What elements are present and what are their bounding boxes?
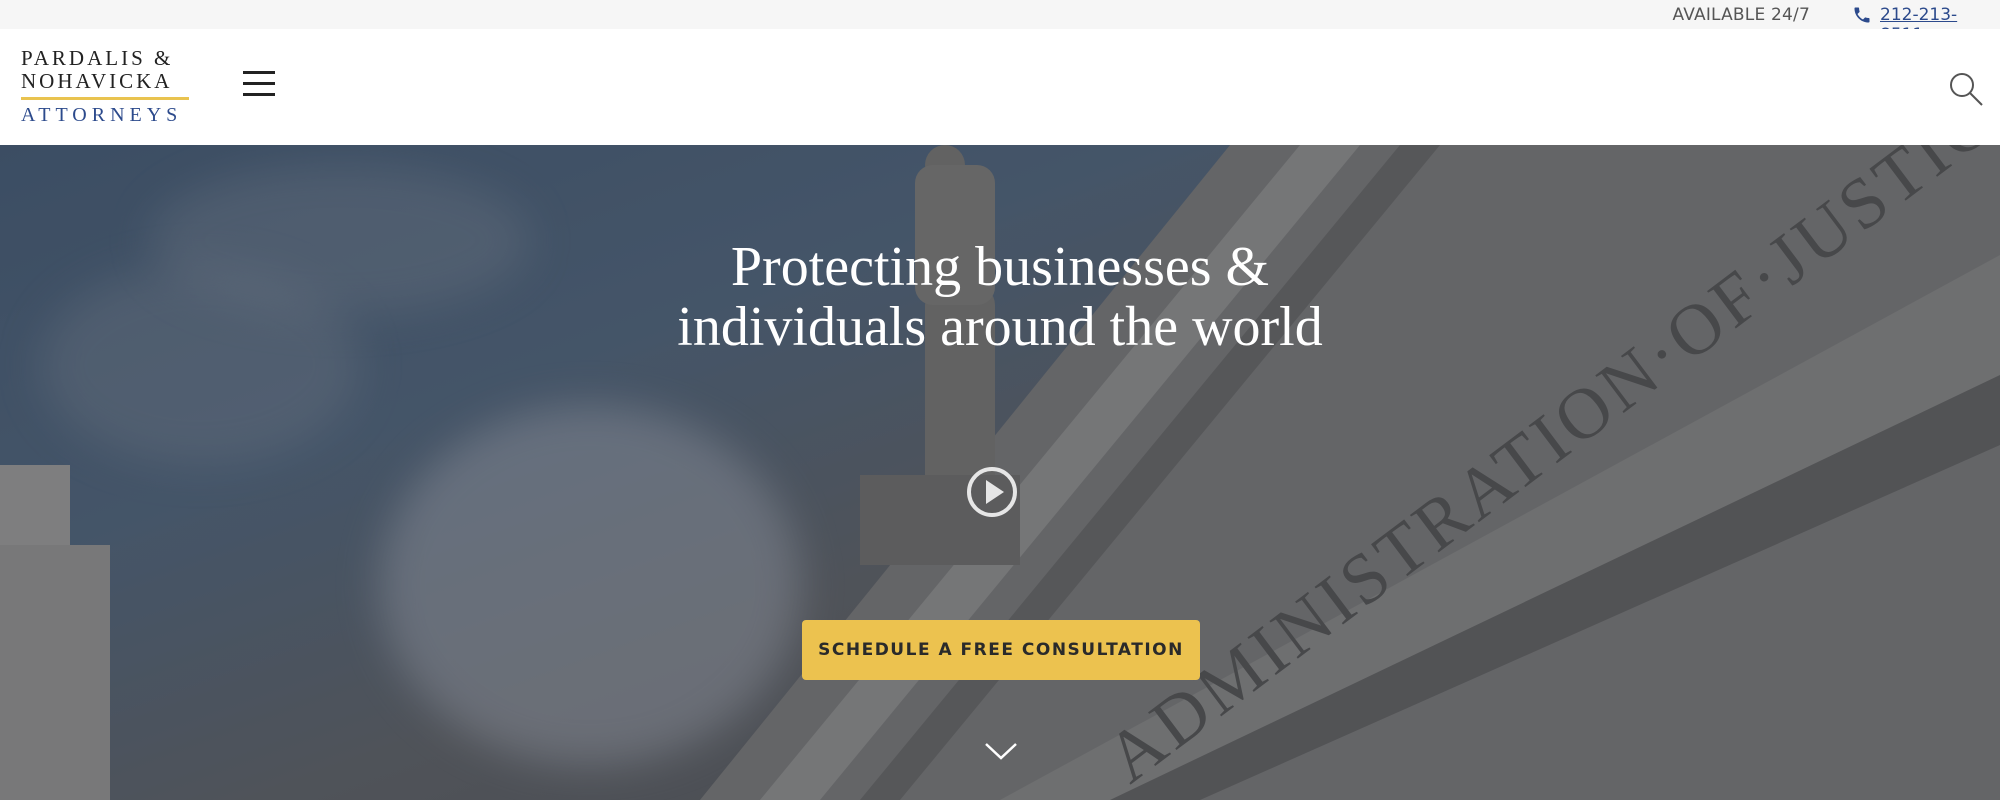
chevron-down-icon[interactable] bbox=[984, 741, 1018, 761]
search-icon[interactable] bbox=[1948, 71, 1984, 107]
logo-line-1: PARDALIS & bbox=[21, 46, 174, 70]
hero-section: ADMINISTRATION·OF·JUSTICE Protecting bus… bbox=[0, 145, 2000, 800]
logo-rule bbox=[21, 97, 189, 100]
hero-title: Protecting businesses & individuals arou… bbox=[0, 237, 2000, 357]
schedule-consultation-button[interactable]: SCHEDULE A FREE CONSULTATION bbox=[802, 620, 1200, 680]
phone-icon bbox=[1854, 7, 1870, 23]
firm-logo[interactable]: PARDALIS & NOHAVICKA ATTORNEYS bbox=[21, 46, 191, 126]
phone-contact[interactable]: 212-213-8511 bbox=[1850, 4, 2000, 45]
hero-title-line-1: Protecting businesses & bbox=[730, 236, 1270, 298]
hamburger-menu-icon[interactable] bbox=[243, 71, 277, 99]
logo-line-2: NOHAVICKA bbox=[21, 69, 173, 93]
hero-title-line-2: individuals around the world bbox=[677, 296, 1323, 358]
play-icon[interactable] bbox=[966, 466, 1018, 518]
site-header: PARDALIS & NOHAVICKA ATTORNEYS bbox=[0, 29, 2000, 145]
availability-text: AVAILABLE 24/7 bbox=[1672, 5, 1810, 25]
logo-line-3: ATTORNEYS bbox=[21, 104, 183, 126]
top-utility-bar: AVAILABLE 24/7 212-213-8511 bbox=[0, 0, 2000, 45]
